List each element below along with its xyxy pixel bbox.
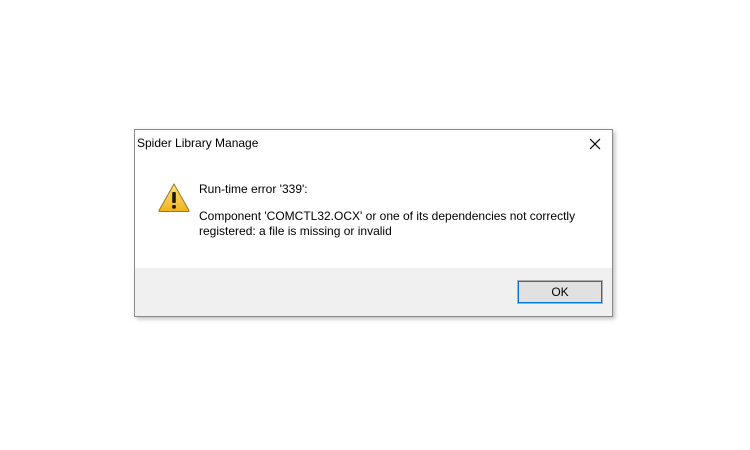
close-icon[interactable] [586,135,604,153]
error-message: Run-time error '339': Component 'COMCTL3… [199,182,599,239]
error-detail: Component 'COMCTL32.OCX' or one of its d… [199,209,576,238]
title-bar[interactable]: Spider Library Manage [135,130,612,158]
ok-button[interactable]: OK [517,280,603,304]
dialog-title: Spider Library Manage [137,136,259,150]
error-dialog: Spider Library Manage Run-time error '33… [134,129,613,317]
warning-icon [157,182,191,213]
error-heading: Run-time error '339': [199,182,308,196]
dialog-body: Run-time error '339': Component 'COMCTL3… [135,158,612,268]
dialog-footer: OK [135,268,612,316]
